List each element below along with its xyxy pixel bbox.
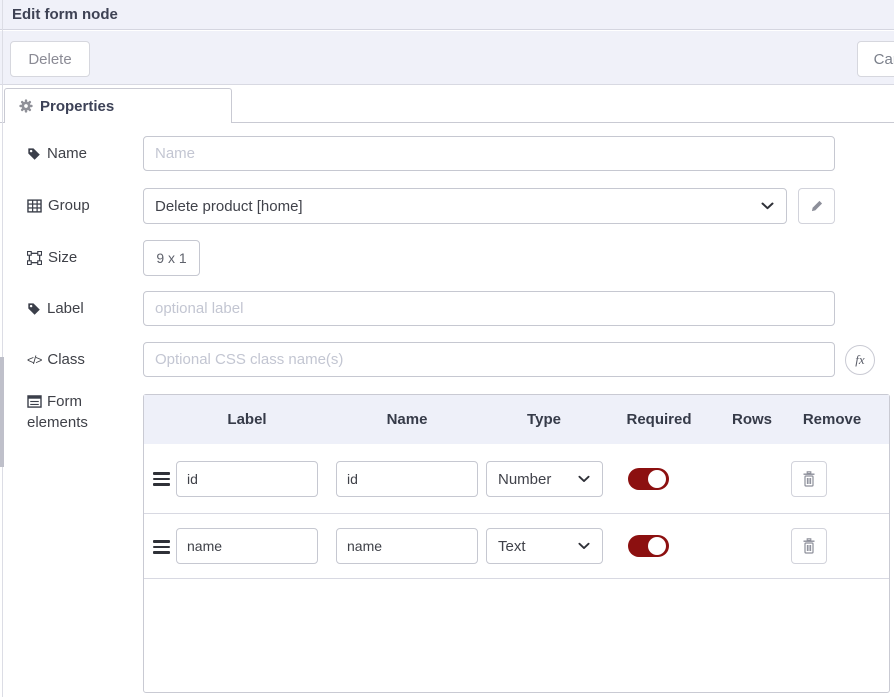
toggle-knob <box>648 470 666 488</box>
name-input[interactable] <box>143 136 835 171</box>
tab-properties[interactable]: Properties <box>4 88 232 123</box>
edit-form-node-dialog: Edit form node Delete Cancel Properties <box>0 0 894 697</box>
tab-bar: Properties <box>0 85 894 123</box>
remove-row-button[interactable] <box>791 528 827 564</box>
toggle-knob <box>648 537 666 555</box>
group-select-value: Delete product [home] <box>155 198 303 215</box>
size-icon <box>27 251 42 265</box>
column-header-name: Name <box>387 395 428 444</box>
form-elements-table-header: Label Name Type Required Rows Remove <box>144 395 889 444</box>
delete-button[interactable]: Delete <box>10 41 90 77</box>
size-button[interactable]: 9 x 1 <box>143 240 200 276</box>
group-field-label: Group <box>27 188 90 223</box>
name-field-label: Name <box>27 136 87 171</box>
drag-handle-icon[interactable] <box>153 472 170 486</box>
row-name-input[interactable] <box>336 461 478 497</box>
table-icon <box>27 199 42 213</box>
chevron-down-icon <box>578 475 590 483</box>
row-type-value: Number <box>498 471 551 488</box>
class-field-label: </> Class <box>27 342 85 377</box>
column-header-required: Required <box>626 395 691 444</box>
column-header-label: Label <box>227 395 266 444</box>
chevron-down-icon <box>761 202 774 210</box>
cancel-button[interactable]: Cancel <box>857 41 894 77</box>
tag-icon <box>27 302 41 316</box>
tab-properties-label: Properties <box>40 98 114 115</box>
drag-handle-icon[interactable] <box>153 540 170 554</box>
dialog-titlebar: Edit form node <box>0 0 894 30</box>
table-row: Number <box>144 444 889 514</box>
code-icon: </> <box>27 353 41 367</box>
label-field-label: Label <box>27 291 84 326</box>
left-scrollbar-track[interactable] <box>2 0 3 697</box>
dialog-toolbar: Delete Cancel <box>0 31 894 85</box>
dialog-title: Edit form node <box>12 6 118 23</box>
column-header-type: Type <box>527 395 561 444</box>
required-toggle[interactable] <box>628 535 669 557</box>
required-toggle[interactable] <box>628 468 669 490</box>
gear-icon <box>19 99 33 113</box>
trash-icon <box>802 538 816 554</box>
row-separator <box>144 578 889 579</box>
chevron-down-icon <box>578 542 590 550</box>
remove-row-button[interactable] <box>791 461 827 497</box>
table-row: Text <box>144 514 889 579</box>
label-input[interactable] <box>143 291 835 326</box>
tag-icon <box>27 147 41 161</box>
group-select[interactable]: Delete product [home] <box>143 188 787 224</box>
class-input[interactable] <box>143 342 835 377</box>
left-scrollbar-thumb[interactable] <box>0 357 4 467</box>
row-label-input[interactable] <box>176 528 318 564</box>
row-type-value: Text <box>498 538 526 555</box>
form-elements-table: Label Name Type Required Rows Remove Num… <box>143 394 890 693</box>
form-elements-field-label: Form elements <box>27 391 127 433</box>
row-type-select[interactable]: Text <box>486 528 603 564</box>
column-header-rows: Rows <box>732 395 772 444</box>
edit-group-button[interactable] <box>798 188 835 224</box>
expression-button[interactable]: fx <box>845 345 875 375</box>
pencil-icon <box>810 199 824 213</box>
trash-icon <box>802 471 816 487</box>
size-field-label: Size <box>27 240 77 275</box>
row-type-select[interactable]: Number <box>486 461 603 497</box>
column-header-remove: Remove <box>803 395 861 444</box>
row-name-input[interactable] <box>336 528 478 564</box>
list-alt-icon <box>27 395 42 408</box>
row-label-input[interactable] <box>176 461 318 497</box>
